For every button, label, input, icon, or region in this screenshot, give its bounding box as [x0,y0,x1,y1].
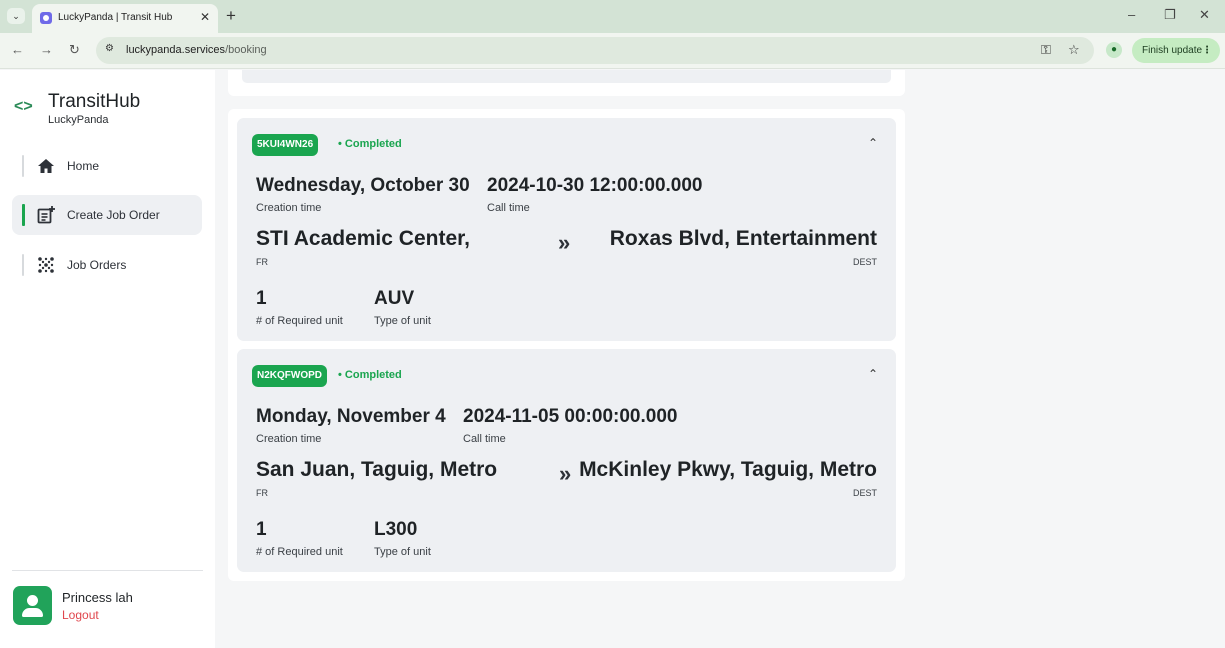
more-menu-icon: ⋮ [1202,45,1212,56]
job-order-card: N2KQFWOPD • Completed ⌃ Monday, November… [237,349,896,572]
required-units-label: # of Required unit [256,315,343,327]
close-tab-icon[interactable]: ✕ [200,10,210,24]
code-brackets-icon: <> [14,98,33,115]
minimize-icon[interactable]: – [1128,7,1135,22]
logout-link[interactable]: Logout [62,608,99,622]
route-arrow-icon: » [559,461,572,486]
reload-icon[interactable]: ↻ [69,42,80,58]
chevron-up-icon[interactable]: ⌃ [868,136,878,150]
status-badge: • Completed [338,138,402,150]
sidebar-item-job-orders[interactable]: Job Orders [12,245,202,285]
previous-card [242,70,891,83]
url-domain: luckypanda.services [126,44,226,56]
unit-type-value: AUV [374,288,415,309]
password-key-icon[interactable]: ⚿ [1041,42,1051,58]
profile-icon[interactable]: ● [1106,42,1122,58]
brand-subtitle: LuckyPanda [48,114,109,126]
user-name: Princess lah [62,590,133,605]
job-orders-panel: 5KUI4WN26 • Completed ⌃ Wednesday, Octob… [228,109,905,581]
sidebar-item-create-job-order[interactable]: Create Job Order [12,195,202,235]
destination-location: McKinley Pkwy, Taguig, Metro [579,458,877,481]
create-job-order-icon [36,205,56,225]
creation-time-label: Creation time [256,433,322,445]
previous-panel [228,70,905,96]
job-code-badge: N2KQFWOPD [252,365,327,387]
bookmark-star-icon[interactable]: ☆ [1068,42,1080,58]
tab-title: LuckyPanda | Transit Hub [58,12,173,23]
creation-date: Monday, November 4 [256,406,446,427]
sidebar: <> TransitHub LuckyPanda Home Create Job… [0,70,215,648]
sidebar-item-home[interactable]: Home [12,146,202,186]
job-order-card: 5KUI4WN26 • Completed ⌃ Wednesday, Octob… [237,118,896,341]
tab-search-icon[interactable]: ⌄ [7,8,25,24]
home-icon [36,156,56,176]
unit-type-label: Type of unit [374,546,431,558]
from-location: STI Academic Center, [256,227,470,250]
sidebar-item-label: Create Job Order [67,208,160,222]
site-favicon-icon [40,12,52,24]
window-close-icon[interactable]: ✕ [1199,7,1210,23]
route-arrow-icon: » [558,230,571,255]
avatar[interactable] [13,586,52,625]
browser-tab[interactable]: LuckyPanda | Transit Hub ✕ [32,4,218,33]
destination-label: DEST [852,488,877,498]
sidebar-item-label: Job Orders [67,258,127,272]
new-tab-icon[interactable]: + [226,6,236,26]
restore-icon[interactable]: ❐ [1164,7,1176,23]
job-code-badge: 5KUI4WN26 [252,134,319,156]
from-label: FR [256,488,268,498]
finish-update-button[interactable]: Finish update ⋮ [1132,38,1220,63]
url-path: /booking [225,44,267,56]
browser-toolbar: ← → ↻ ⚙ luckypanda.services/booking ⚿ ☆ … [0,33,1225,69]
job-orders-icon [36,255,56,275]
unit-type-value: L300 [374,519,418,540]
required-units-value: 1 [256,288,267,309]
back-icon[interactable]: ← [11,42,24,57]
call-time: 2024-11-05 00:00:00.000 [463,406,678,427]
forward-icon[interactable]: → [40,42,53,57]
from-location: San Juan, Taguig, Metro [256,458,498,481]
sidebar-divider [12,570,203,571]
required-units-label: # of Required unit [256,546,343,558]
nav-indicator [22,204,25,226]
from-label: FR [256,257,268,267]
address-bar[interactable]: ⚙ luckypanda.services/booking ⚿ ☆ [96,37,1094,64]
brand-title: TransitHub [48,91,141,112]
nav-indicator [22,155,24,177]
sidebar-item-label: Home [67,159,100,173]
call-time-label: Call time [487,202,530,214]
chevron-up-icon[interactable]: ⌃ [868,367,878,381]
status-badge: • Completed [338,369,402,381]
creation-date: Wednesday, October 30 [256,175,470,196]
required-units-value: 1 [256,519,267,540]
destination-label: DEST [852,257,877,267]
creation-time-label: Creation time [256,202,322,214]
nav-indicator [22,254,24,276]
unit-type-label: Type of unit [374,315,431,327]
site-info-icon[interactable]: ⚙ [105,43,119,57]
destination-location: Roxas Blvd, Entertainment [609,227,877,250]
url-text[interactable]: luckypanda.services/booking [126,44,267,56]
browser-tab-bar: ⌄ LuckyPanda | Transit Hub ✕ + – ❐ ✕ [0,0,1225,33]
call-time: 2024-10-30 12:00:00.000 [487,175,703,196]
finish-update-label: Finish update [1142,45,1203,56]
call-time-label: Call time [463,433,506,445]
